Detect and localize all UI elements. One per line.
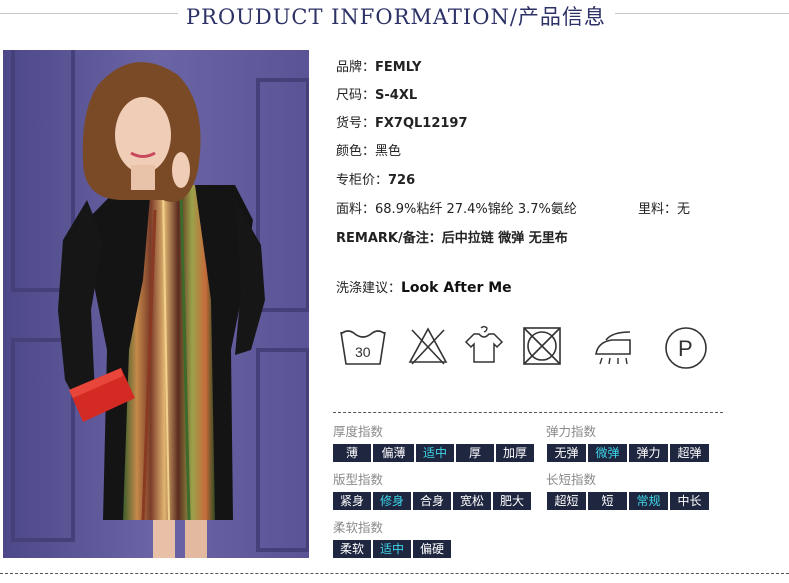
sku-value: FX7QL12197 (375, 116, 468, 131)
fit-option-tight[interactable]: 紧身 (333, 492, 371, 510)
fit-options: 紧身 修身 合身 宽松 肥大 (333, 492, 533, 510)
page-title: PROUDUCT INFORMATION/产品信息 (186, 5, 606, 29)
footer-divider (0, 573, 789, 574)
elasticity-option-slight[interactable]: 微弹 (588, 444, 627, 462)
length-option-midi[interactable]: 中长 (670, 492, 709, 510)
price-value: 726 (388, 173, 416, 188)
softness-option-medium[interactable]: 适中 (373, 540, 411, 558)
sku-label: 货号： (336, 116, 376, 131)
length-option-short[interactable]: 短 (588, 492, 627, 510)
fit-title: 版型指数 (333, 472, 384, 487)
wash-value: Look After Me (401, 280, 512, 296)
fit-option-loose[interactable]: 宽松 (453, 492, 491, 510)
info-brand: 品牌：FEMLY (336, 56, 421, 75)
info-wash: 洗涤建议：Look After Me (336, 277, 512, 296)
length-options: 超短 短 常规 中长 (547, 492, 711, 510)
hang-dry-icon (462, 324, 506, 368)
size-value: S-4XL (375, 88, 418, 103)
info-sku: 货号：FX7QL12197 (336, 112, 468, 131)
product-photo (3, 50, 309, 558)
length-option-extra-short[interactable]: 超短 (547, 492, 586, 510)
no-bleach-icon (406, 324, 450, 368)
elasticity-option-none[interactable]: 无弹 (547, 444, 586, 462)
no-tumble-dry-icon (520, 324, 564, 368)
thickness-title: 厚度指数 (333, 424, 384, 439)
lining-value: 无 (677, 202, 691, 217)
fit-option-regular[interactable]: 合身 (413, 492, 451, 510)
dry-clean-letter: P (678, 336, 693, 361)
dry-clean-p-icon: P (662, 324, 710, 372)
info-size: 尺码：S-4XL (336, 84, 417, 103)
fit-option-slim[interactable]: 修身 (373, 492, 411, 510)
wash-30-icon: 30 (338, 324, 388, 368)
thickness-option-thin[interactable]: 薄 (333, 444, 371, 462)
indices-divider (333, 412, 723, 413)
elasticity-options: 无弹 微弹 弹力 超弹 (547, 444, 711, 462)
info-fabric: 面料：68.9%粘纤 27.4%锦纶 3.7%氨纶 (336, 198, 577, 217)
softness-option-soft[interactable]: 柔软 (333, 540, 371, 558)
remark-value: 后中拉链 微弹 无里布 (441, 231, 568, 246)
header-rule-left (0, 13, 178, 14)
fabric-value: 68.9%粘纤 27.4%锦纶 3.7%氨纶 (375, 202, 577, 217)
length-option-regular[interactable]: 常规 (629, 492, 668, 510)
softness-option-stiff[interactable]: 偏硬 (413, 540, 451, 558)
lining-label: 里料： (638, 202, 678, 217)
remark-label: REMARK/备注： (336, 231, 442, 246)
thickness-option-thick[interactable]: 厚 (456, 444, 494, 462)
elasticity-title: 弹力指数 (546, 424, 597, 439)
fabric-label: 面料： (336, 202, 376, 217)
color-label: 颜色： (336, 144, 376, 159)
thickness-option-medium[interactable]: 适中 (416, 444, 454, 462)
info-lining: 里料：无 (638, 198, 690, 217)
elasticity-option-super[interactable]: 超弹 (670, 444, 709, 462)
thickness-option-extra-thick[interactable]: 加厚 (496, 444, 534, 462)
brand-label: 品牌： (336, 60, 376, 75)
softness-options: 柔软 适中 偏硬 (333, 540, 453, 558)
info-price: 专柜价：726 (336, 169, 415, 188)
wash-temp-text: 30 (355, 344, 371, 360)
brand-value: FEMLY (375, 60, 422, 75)
header-rule-right (615, 13, 789, 14)
info-color: 颜色：黑色 (336, 140, 401, 159)
thickness-options: 薄 偏薄 适中 厚 加厚 (333, 444, 536, 462)
fit-option-oversized[interactable]: 肥大 (493, 492, 531, 510)
price-label: 专柜价： (336, 173, 389, 188)
info-remark: REMARK/备注：后中拉链 微弹 无里布 (336, 227, 568, 246)
size-label: 尺码： (336, 88, 376, 103)
color-value: 黑色 (375, 144, 402, 159)
length-title: 长短指数 (546, 472, 597, 487)
iron-icon (590, 324, 640, 368)
thickness-option-slightly-thin[interactable]: 偏薄 (373, 444, 414, 462)
wash-label: 洗涤建议： (336, 281, 402, 296)
elasticity-option-elastic[interactable]: 弹力 (629, 444, 668, 462)
softness-title: 柔软指数 (333, 520, 384, 535)
